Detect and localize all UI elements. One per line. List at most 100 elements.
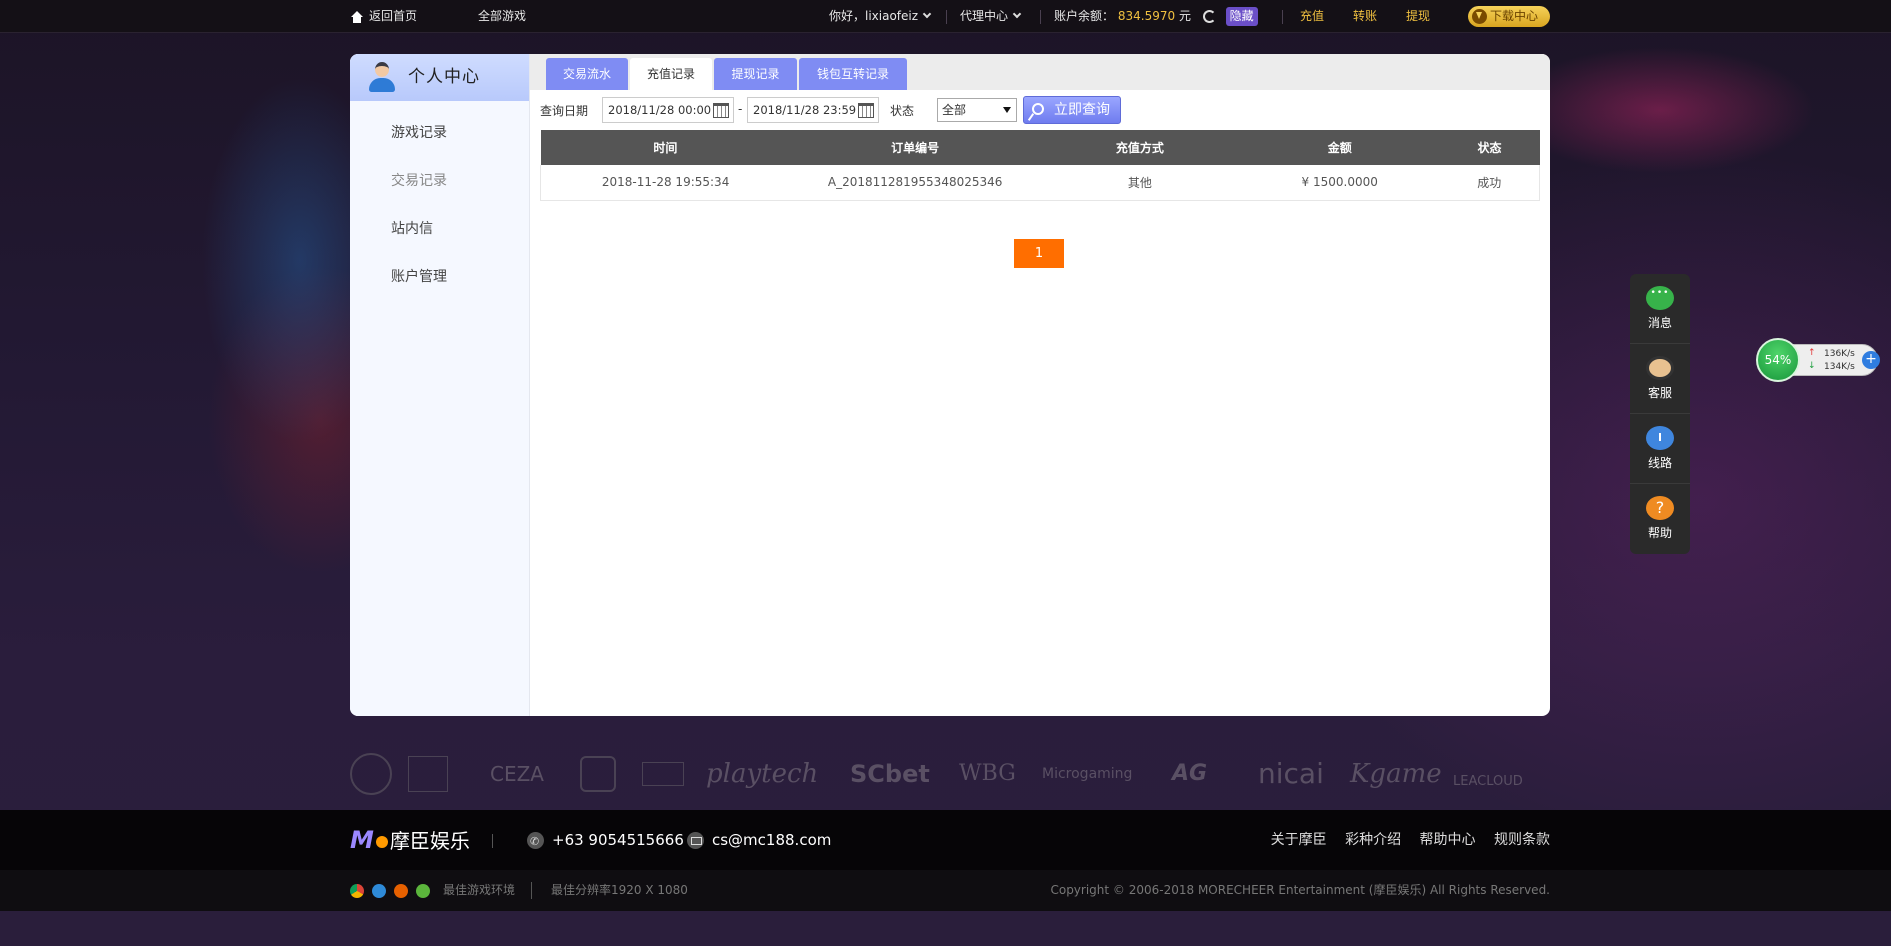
- partner-nicai-logo: nicai: [1258, 757, 1324, 790]
- partner-kgame-logo: Kgame: [1350, 759, 1442, 789]
- side-tools: 消息 客服 线路 ?帮助: [1630, 274, 1690, 554]
- footer-links: 关于摩臣 彩种介绍 帮助中心 规则条款: [1257, 810, 1550, 870]
- footer-link-about[interactable]: 关于摩臣: [1271, 832, 1327, 848]
- hide-balance-button[interactable]: 隐藏: [1225, 7, 1258, 26]
- user-menu[interactable]: 你好，lixiaofeiz: [829, 0, 932, 33]
- partner-badge-logo: [642, 762, 684, 786]
- partner-microgaming-logo: Microgaming: [1042, 766, 1133, 782]
- browser-icons: [350, 870, 438, 911]
- withdraw-link[interactable]: 提现: [1406, 0, 1430, 33]
- user-avatar-icon: [368, 62, 396, 94]
- partner-emblem-logo: [580, 756, 616, 792]
- 360-browser-icon: [416, 883, 430, 898]
- partner-wbg-logo: WBG: [959, 761, 1016, 786]
- column-header-amount: 金额: [1239, 130, 1440, 165]
- footer-link-help-center[interactable]: 帮助中心: [1420, 832, 1476, 848]
- ie-icon: [372, 883, 386, 898]
- footer-phone: +63 9054515666: [527, 810, 684, 872]
- start-date-input[interactable]: 2018/11/28 00:00: [602, 97, 734, 123]
- sidebar-item-account-management[interactable]: 账户管理: [350, 253, 529, 301]
- calendar-icon[interactable]: [858, 103, 874, 118]
- tab-withdraw-records[interactable]: 提现记录: [714, 58, 797, 90]
- dropdown-arrow-icon: [1003, 107, 1011, 113]
- tab-wallet-transfer-records[interactable]: 钱包互转记录: [799, 58, 907, 90]
- tab-bar: 交易流水 充值记录 提现记录 钱包互转记录: [530, 54, 1550, 90]
- plus-icon[interactable]: +: [1862, 351, 1880, 369]
- partner-logos: CEZA playtech SCbet WBG Microgaming AG n…: [350, 752, 1550, 796]
- cell-status: 成功: [1439, 165, 1540, 201]
- footer-email[interactable]: cs@mc188.com: [687, 810, 831, 870]
- sidebar-item-game-records[interactable]: 游戏记录: [350, 109, 529, 157]
- upload-arrow-icon: ↑: [1808, 348, 1816, 358]
- customer-service-tool[interactable]: 客服: [1630, 344, 1690, 414]
- transfer-link[interactable]: 转账: [1353, 0, 1377, 33]
- download-arrow-icon: ↓: [1808, 361, 1816, 371]
- footer-bottom: 最佳游戏环境 最佳分辨率1920 X 1080 Copyright © 2006…: [0, 870, 1891, 911]
- partner-scbet-logo: SCbet: [850, 760, 930, 788]
- best-resolution: 最佳分辨率1920 X 1080: [551, 883, 688, 897]
- partner-ceza-logo: CEZA: [490, 762, 544, 786]
- all-games-link[interactable]: 全部游戏: [460, 0, 526, 33]
- tab-transaction-flow[interactable]: 交易流水: [546, 58, 628, 90]
- status-label: 状态: [890, 104, 915, 118]
- partner-ag-logo: AG: [1172, 761, 1208, 786]
- sidebar-header: 个人中心: [350, 54, 529, 101]
- download-rate: 134K/s: [1824, 362, 1855, 372]
- partner-playtech-logo: playtech: [706, 759, 819, 789]
- sidebar: 个人中心 游戏记录 交易记录 站内信 账户管理: [350, 54, 530, 716]
- end-date-input[interactable]: 2018/11/28 23:59: [747, 97, 879, 123]
- copyright: Copyright © 2006-2018 MORECHEER Entertai…: [1050, 883, 1550, 897]
- footer-link-lottery-types[interactable]: 彩种介绍: [1345, 832, 1401, 848]
- cell-order-no: A_201811281955348025346: [790, 165, 1041, 201]
- recharge-link[interactable]: 充值: [1300, 0, 1324, 33]
- column-header-order-no: 订单编号: [790, 130, 1041, 165]
- content-area: 交易流水 充值记录 提现记录 钱包互转记录 查询日期 2018/11/28 00…: [530, 54, 1550, 716]
- download-center-button[interactable]: 下载中心: [1468, 6, 1550, 27]
- chevron-down-icon: [922, 9, 932, 19]
- refresh-icon[interactable]: [1202, 10, 1216, 23]
- home-icon: [350, 10, 364, 23]
- cell-amount: ¥ 1500.0000: [1239, 165, 1440, 201]
- column-header-time: 时间: [540, 130, 791, 165]
- tab-recharge-records[interactable]: 充值记录: [630, 58, 712, 90]
- main-panel: 个人中心 游戏记录 交易记录 站内信 账户管理 交易流水 充值记录 提现记录 钱…: [350, 54, 1550, 716]
- status-select[interactable]: 全部: [937, 98, 1017, 122]
- speed-percent: 54%: [1756, 338, 1800, 382]
- query-button[interactable]: 立即查询: [1023, 96, 1121, 124]
- agent-center-menu[interactable]: 代理中心: [960, 0, 1022, 33]
- balance-value: 834.5970: [1117, 9, 1176, 23]
- top-bar: 返回首页 全部游戏 你好，lixiaofeiz 代理中心 账户余额： 834.5…: [0, 0, 1891, 33]
- date-label: 查询日期: [540, 104, 589, 118]
- messages-tool[interactable]: 消息: [1630, 274, 1690, 344]
- records-table: 时间 订单编号 充值方式 金额 状态 2018-11-28 19:55:34 A…: [540, 130, 1540, 201]
- network-speed-widget[interactable]: 54% ↑ 136K/s ↓ 134K/s +: [1756, 338, 1880, 382]
- home-link[interactable]: 返回首页: [350, 0, 417, 33]
- grid-icon: [460, 10, 473, 23]
- help-tool[interactable]: ? 帮助: [1630, 484, 1690, 554]
- partner-crest-logo: [408, 756, 448, 792]
- pagination-page-1[interactable]: 1: [1014, 239, 1064, 268]
- cell-time: 2018-11-28 19:55:34: [540, 165, 791, 201]
- sidebar-item-messages[interactable]: 站内信: [350, 205, 529, 253]
- calendar-icon[interactable]: [713, 103, 729, 118]
- partner-leacloud-logo: LEACLOUD: [1453, 774, 1523, 789]
- table-header-row: 时间 订单编号 充值方式 金额 状态: [540, 130, 1540, 165]
- cell-method: 其他: [1040, 165, 1240, 201]
- filter-bar: 查询日期 2018/11/28 00:00 - 2018/11/28 23:59…: [530, 90, 1550, 130]
- chrome-icon: [350, 883, 364, 898]
- download-icon: [1472, 9, 1487, 24]
- sidebar-item-transaction-records[interactable]: 交易记录: [350, 157, 529, 205]
- headset-icon: [1646, 356, 1674, 380]
- upload-rate: 136K/s: [1824, 349, 1855, 359]
- footer-link-rules[interactable]: 规则条款: [1494, 832, 1550, 848]
- chat-icon: [1646, 286, 1674, 310]
- table-row: 2018-11-28 19:55:34 A_201811281955348025…: [540, 165, 1540, 201]
- firefox-icon: [394, 883, 408, 898]
- footer-main: M摩臣娱乐 +63 9054515666 cs@mc188.com 关于摩臣 彩…: [0, 810, 1891, 872]
- line-tool[interactable]: 线路: [1630, 414, 1690, 484]
- partner-seal-logo: [350, 753, 392, 795]
- sidebar-title: 个人中心: [408, 67, 480, 87]
- phone-icon: [527, 812, 544, 872]
- balance: 账户余额： 834.5970 元 隐藏: [1054, 0, 1258, 33]
- footer-logo[interactable]: M 摩臣娱乐: [350, 826, 470, 854]
